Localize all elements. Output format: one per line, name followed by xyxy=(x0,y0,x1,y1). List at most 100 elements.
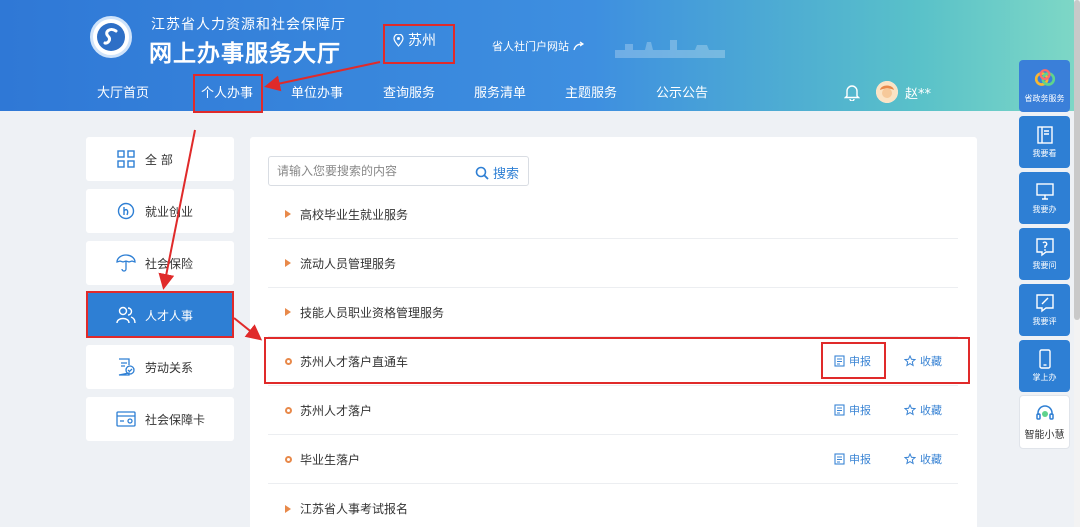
form-icon xyxy=(834,404,845,416)
city-label: 苏州 xyxy=(408,33,436,49)
user-name[interactable]: 赵** xyxy=(905,83,931,102)
apply-label: 申报 xyxy=(849,355,871,368)
service-row[interactable]: 技能人员职业资格管理服务 xyxy=(268,288,958,337)
comment-edit-icon xyxy=(1035,294,1054,313)
expand-triangle-icon xyxy=(285,259,291,267)
float-label: 我要办 xyxy=(1032,205,1057,214)
org-name: 江苏省人力资源和社会保障厅 xyxy=(151,17,346,33)
expand-triangle-icon xyxy=(285,210,291,218)
book-icon xyxy=(1036,126,1053,144)
portal-link[interactable]: 省人社门户网站 xyxy=(492,38,585,54)
employment-icon xyxy=(116,201,136,221)
favorite-button[interactable]: 收藏 xyxy=(904,451,942,467)
card-icon xyxy=(116,409,136,429)
bell-icon[interactable] xyxy=(844,83,860,101)
expand-triangle-icon xyxy=(285,308,291,316)
form-icon xyxy=(834,453,845,465)
favorite-label: 收藏 xyxy=(920,453,942,466)
star-icon xyxy=(904,404,916,416)
umbrella-icon xyxy=(116,253,136,273)
menu-item-label: 就业创业 xyxy=(145,204,194,219)
float-gov-service[interactable]: 省政务服务 xyxy=(1019,60,1070,112)
apply-button[interactable]: 申报 xyxy=(834,353,871,369)
star-icon xyxy=(904,355,916,367)
service-row: 苏州人才落户直通车 申报 收藏 xyxy=(268,337,958,386)
float-assistant[interactable]: 智能小慧 xyxy=(1019,395,1070,449)
menu-item-social-insurance[interactable]: 社会保险 xyxy=(86,241,234,285)
favorite-button[interactable]: 收藏 xyxy=(904,353,942,369)
search-button-label: 搜索 xyxy=(493,167,520,182)
search-button[interactable]: 搜索 xyxy=(475,163,519,182)
portal-link-label: 省人社门户网站 xyxy=(492,40,569,53)
apply-label: 申报 xyxy=(849,453,871,466)
star-icon xyxy=(904,453,916,465)
bullet-circle-icon xyxy=(285,455,292,463)
monitor-icon xyxy=(1035,183,1054,200)
menu-item-label: 全 部 xyxy=(145,152,173,167)
bullet-circle-icon xyxy=(285,406,292,414)
search-input[interactable] xyxy=(269,157,459,185)
menu-item-social-card[interactable]: 社会保障卡 xyxy=(86,397,234,441)
form-icon xyxy=(834,355,845,367)
menu-item-label: 人才人事 xyxy=(145,308,194,323)
apply-label: 申报 xyxy=(849,404,871,417)
nav-theme[interactable]: 主题服务 xyxy=(565,82,617,101)
bullet-circle-icon xyxy=(285,357,292,365)
site-name[interactable]: 网上办事服务大厅 xyxy=(149,34,341,68)
nav-personal[interactable]: 个人办事 xyxy=(201,82,253,101)
grid-icon xyxy=(116,149,136,169)
share-arrow-icon xyxy=(573,41,585,51)
service-title: 高校毕业生就业服务 xyxy=(300,207,409,222)
service-row[interactable]: 高校毕业生就业服务 xyxy=(268,190,958,239)
apply-button[interactable]: 申报 xyxy=(834,402,871,418)
menu-item-all[interactable]: 全 部 xyxy=(86,137,234,181)
float-mobile[interactable]: 掌上办 xyxy=(1019,340,1070,392)
main-nav: 大厅首页 个人办事 单位办事 查询服务 服务清单 主题服务 公示公告 xyxy=(0,82,760,104)
nav-home[interactable]: 大厅首页 xyxy=(97,82,149,101)
question-icon xyxy=(1035,238,1054,257)
float-label: 智能小慧 xyxy=(1024,430,1065,441)
menu-item-labor[interactable]: 劳动关系 xyxy=(86,345,234,389)
service-row: 苏州人才落户 申报 收藏 xyxy=(268,386,958,435)
float-label: 我要看 xyxy=(1032,149,1057,158)
service-title[interactable]: 苏州人才落户 xyxy=(300,402,372,419)
page-scrollbar-thumb[interactable] xyxy=(1074,0,1080,320)
mobile-icon xyxy=(1038,349,1051,369)
nav-notice[interactable]: 公示公告 xyxy=(656,82,708,101)
search-bar: 搜索 xyxy=(268,156,529,186)
favorite-button[interactable]: 收藏 xyxy=(904,402,942,418)
expand-triangle-icon xyxy=(285,504,291,513)
service-title[interactable]: 毕业生落户 xyxy=(300,451,360,468)
headset-icon xyxy=(1035,405,1054,420)
apply-button[interactable]: 申报 xyxy=(834,451,871,467)
float-label: 掌上办 xyxy=(1032,373,1057,382)
hrss-logo[interactable] xyxy=(90,16,132,58)
menu-item-label: 社会保险 xyxy=(145,256,194,271)
float-ask[interactable]: 我要问 xyxy=(1019,228,1070,280)
float-label: 我要评 xyxy=(1032,317,1057,326)
float-view[interactable]: 我要看 xyxy=(1019,116,1070,168)
service-row[interactable]: 流动人员管理服务 xyxy=(268,239,958,288)
menu-item-label: 社会保障卡 xyxy=(145,412,206,427)
menu-item-employment[interactable]: 就业创业 xyxy=(86,189,234,233)
location-pin-icon xyxy=(393,33,404,47)
nav-service-list[interactable]: 服务清单 xyxy=(474,82,526,101)
search-icon xyxy=(475,166,489,180)
service-row[interactable]: 江苏省人事考试报名 xyxy=(268,484,958,527)
service-row: 毕业生落户 申报 收藏 xyxy=(268,435,958,484)
contract-icon xyxy=(116,357,136,377)
service-title: 技能人员职业资格管理服务 xyxy=(300,305,445,320)
float-do[interactable]: 我要办 xyxy=(1019,172,1070,224)
float-evaluate[interactable]: 我要评 xyxy=(1019,284,1070,336)
user-avatar-icon xyxy=(876,81,898,103)
nav-unit[interactable]: 单位办事 xyxy=(291,82,343,101)
city-selector[interactable]: 苏州 xyxy=(393,30,436,50)
service-title[interactable]: 苏州人才落户直通车 xyxy=(300,353,408,370)
nav-query[interactable]: 查询服务 xyxy=(383,82,435,101)
menu-item-talent[interactable]: 人才人事 xyxy=(86,293,234,337)
service-title: 江苏省人事考试报名 xyxy=(300,502,409,516)
menu-item-label: 劳动关系 xyxy=(145,360,194,375)
favorite-label: 收藏 xyxy=(920,404,942,417)
service-title: 流动人员管理服务 xyxy=(300,256,397,271)
avatar[interactable] xyxy=(876,81,898,103)
